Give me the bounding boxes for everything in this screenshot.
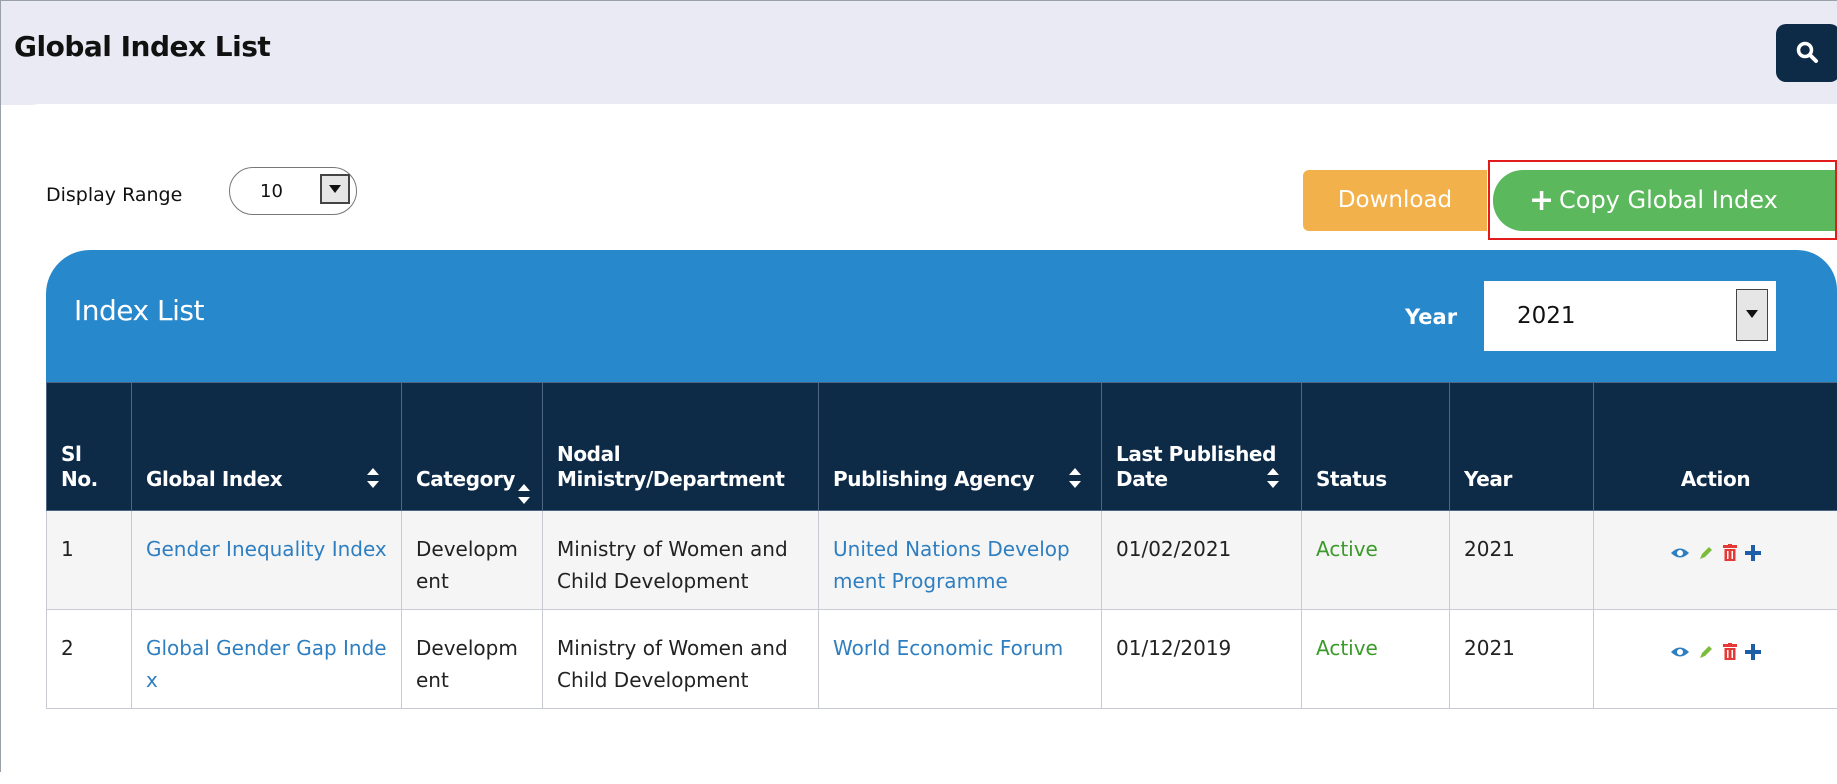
download-button[interactable]: Download xyxy=(1303,170,1487,231)
display-range-select[interactable]: 10 xyxy=(229,167,357,215)
chevron-down-icon[interactable] xyxy=(1736,289,1768,341)
table-header-row: Sl No. Global Index Category Nodal Minis… xyxy=(47,383,1837,511)
sl-no-cell: 2 xyxy=(47,610,132,709)
highlight-frame xyxy=(1488,160,1837,240)
search-icon xyxy=(1795,40,1819,64)
sort-icon[interactable] xyxy=(1267,468,1279,488)
search-button[interactable] xyxy=(1776,24,1837,82)
year-select[interactable]: 2021 xyxy=(1484,281,1776,351)
last-published-date-cell: 01/12/2019 xyxy=(1102,610,1302,709)
column-header-status: Status xyxy=(1302,383,1450,511)
table-row: 1 Gender Inequality Index Development Mi… xyxy=(47,511,1837,610)
trash-icon[interactable] xyxy=(1723,544,1737,561)
column-header-sl-no: Sl No. xyxy=(47,383,132,511)
year-select-value: 2021 xyxy=(1517,303,1576,329)
column-header-last-published-date[interactable]: Last Published Date xyxy=(1102,383,1302,511)
chevron-down-icon[interactable] xyxy=(320,174,350,204)
plus-icon[interactable] xyxy=(1745,545,1761,561)
sort-icon[interactable] xyxy=(1069,468,1081,488)
year-cell: 2021 xyxy=(1450,511,1594,610)
publishing-agency-link[interactable]: United Nations Development Programme xyxy=(819,511,1102,610)
last-published-date-cell: 01/02/2021 xyxy=(1102,511,1302,610)
global-index-link[interactable]: Gender Inequality Index xyxy=(132,511,402,610)
publishing-agency-link[interactable]: World Economic Forum xyxy=(819,610,1102,709)
index-list-title: Index List xyxy=(74,294,204,327)
global-index-link[interactable]: Global Gender Gap Index xyxy=(132,610,402,709)
display-range-value: 10 xyxy=(260,181,283,202)
display-range-label: Display Range xyxy=(46,184,182,206)
action-cell xyxy=(1594,610,1837,709)
page-title: Global Index List xyxy=(14,30,270,63)
column-header-category[interactable]: Category xyxy=(402,383,543,511)
status-cell: Active xyxy=(1302,610,1450,709)
pencil-icon[interactable] xyxy=(1698,644,1714,660)
global-index-table: Sl No. Global Index Category Nodal Minis… xyxy=(46,382,1837,709)
action-cell xyxy=(1594,511,1837,610)
status-cell: Active xyxy=(1302,511,1450,610)
top-bar xyxy=(1,1,1837,105)
year-filter-label: Year xyxy=(1405,305,1457,329)
pencil-icon[interactable] xyxy=(1698,545,1714,561)
table-row: 2 Global Gender Gap Index Development Mi… xyxy=(47,610,1837,709)
column-header-nodal-ministry: Nodal Ministry/Department xyxy=(543,383,819,511)
trash-icon[interactable] xyxy=(1723,643,1737,660)
sort-icon[interactable] xyxy=(367,468,379,488)
category-cell: Development xyxy=(402,511,543,610)
eye-icon[interactable] xyxy=(1670,546,1690,560)
category-cell: Development xyxy=(402,610,543,709)
sl-no-cell: 1 xyxy=(47,511,132,610)
column-header-action: Action xyxy=(1594,383,1837,511)
nodal-ministry-cell: Ministry of Women and Child Development xyxy=(543,610,819,709)
column-header-global-index[interactable]: Global Index xyxy=(132,383,402,511)
eye-icon[interactable] xyxy=(1670,645,1690,659)
nodal-ministry-cell: Ministry of Women and Child Development xyxy=(543,511,819,610)
sort-icon[interactable] xyxy=(518,484,530,504)
year-cell: 2021 xyxy=(1450,610,1594,709)
column-header-publishing-agency[interactable]: Publishing Agency xyxy=(819,383,1102,511)
plus-icon[interactable] xyxy=(1745,644,1761,660)
column-header-year: Year xyxy=(1450,383,1594,511)
